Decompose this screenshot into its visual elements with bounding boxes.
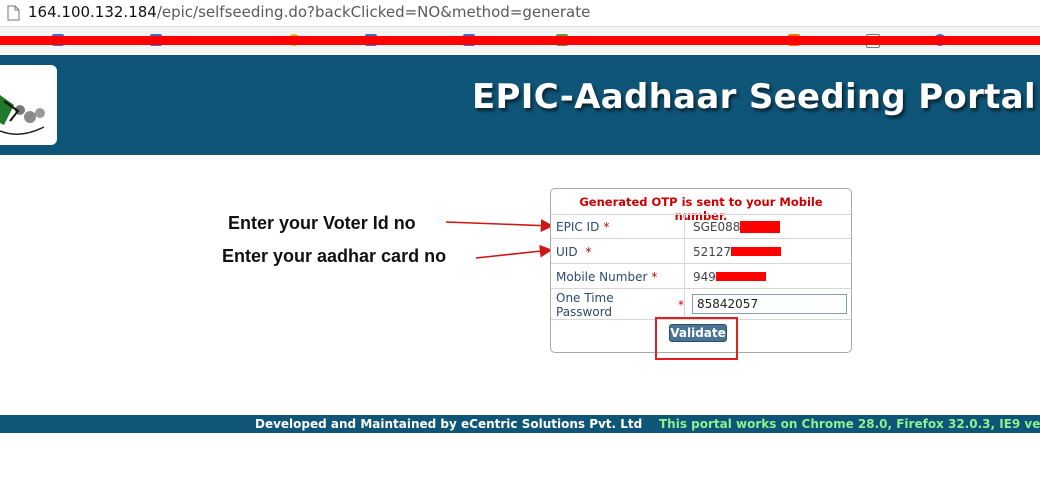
mobile-label: Mobile Number: [556, 269, 648, 284]
footer-developer-text: Developed and Maintained by eCentric Sol…: [255, 417, 643, 431]
footer-bar: Developed and Maintained by eCentric Sol…: [0, 415, 1040, 433]
logo-icon: [0, 95, 45, 135]
required-marker: *: [603, 220, 610, 234]
required-marker: *: [581, 244, 592, 259]
address-bar[interactable]: 164.100.132.184/epic/selfseeding.do?back…: [0, 0, 1040, 27]
mobile-value: 949: [693, 264, 766, 289]
form-row-epic-id: EPIC ID * SGE088: [551, 214, 851, 239]
redaction-bar: [0, 36, 1040, 45]
required-marker: *: [674, 297, 684, 312]
validate-button[interactable]: Validate: [669, 324, 727, 342]
aadhar-annotation: Enter your aadhar card no: [222, 246, 447, 266]
header-banner: EPIC-Aadhaar Seeding Portal: [0, 55, 1040, 155]
form-row-otp: One Time Password *: [551, 288, 851, 320]
page-title: EPIC-Aadhaar Seeding Portal: [472, 77, 1036, 117]
voter-id-arrow: [445, 219, 554, 232]
epic-id-text: SGE088: [693, 220, 741, 234]
field-label: EPIC ID *: [551, 215, 685, 239]
page-icon: [7, 5, 20, 21]
redaction-mark: [715, 272, 766, 281]
voter-id-annotation: Enter your Voter Id no: [228, 213, 416, 233]
footer-compat-text: This portal works on Chrome 28.0, Firefo…: [659, 417, 1040, 431]
form-row-mobile: Mobile Number * 949: [551, 263, 851, 289]
field-label: UID *: [551, 239, 685, 264]
url-text[interactable]: 164.100.132.184/epic/selfseeding.do?back…: [28, 3, 590, 21]
epic-id-label: EPIC ID: [556, 220, 600, 234]
uid-label: UID: [556, 244, 578, 259]
url-path: /epic/selfseeding.do?backClicked=NO&meth…: [156, 3, 591, 21]
uid-value: 52127: [693, 239, 782, 264]
uid-text: 52127: [693, 244, 732, 259]
otp-label: One Time Password: [556, 290, 614, 319]
form-row-uid: UID * 52127: [551, 238, 851, 264]
field-label: One Time Password *: [551, 289, 685, 320]
field-label: Mobile Number *: [551, 264, 685, 289]
mobile-text: 949: [693, 269, 716, 284]
epic-id-value: SGE088: [693, 215, 781, 239]
eci-logo: [0, 65, 57, 145]
required-marker: *: [651, 269, 658, 284]
otp-input[interactable]: [692, 294, 847, 314]
aadhar-arrow: [475, 244, 553, 259]
redaction-mark: [740, 221, 781, 233]
url-host: 164.100.132.184: [28, 3, 157, 21]
redaction-mark: [731, 247, 782, 256]
